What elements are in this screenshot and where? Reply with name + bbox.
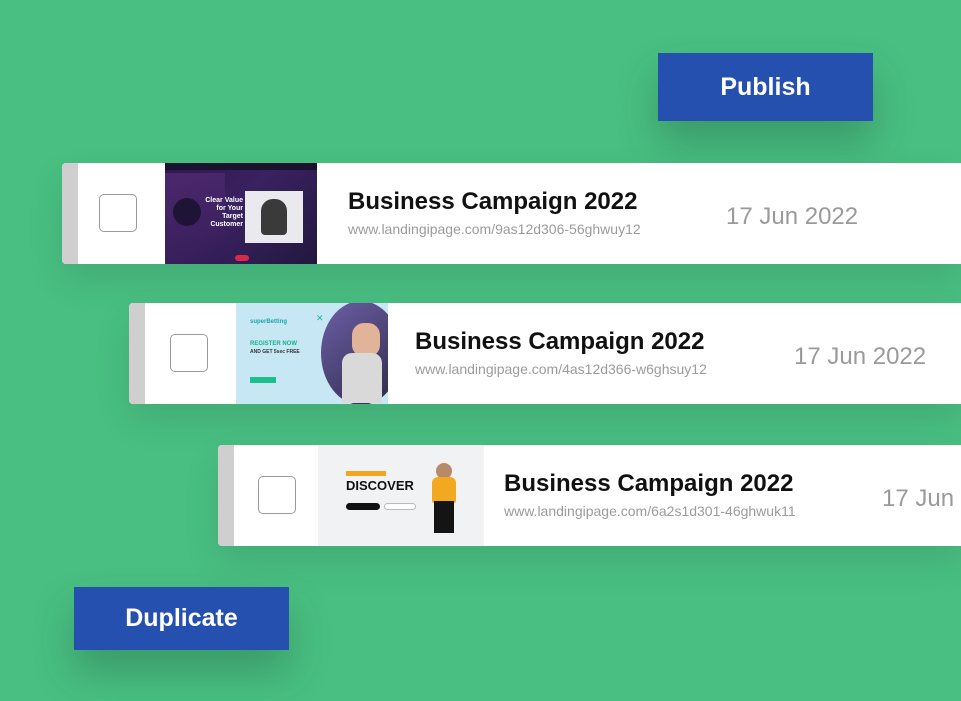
page-thumbnail[interactable]: superBetting REGISTER NOW AND GET 5sec F…: [236, 303, 388, 404]
publish-button[interactable]: Publish: [658, 53, 873, 121]
page-thumbnail[interactable]: DISCOVER: [318, 445, 484, 546]
page-url[interactable]: www.landingipage.com/9as12d306-56ghwuy12: [348, 221, 641, 237]
list-item[interactable]: Clear Value for Your Target Customer Bus…: [62, 163, 961, 264]
thumbnail-headline: DISCOVER: [346, 478, 414, 493]
list-item[interactable]: superBetting REGISTER NOW AND GET 5sec F…: [129, 303, 961, 404]
thumbnail-subline: AND GET 5sec FREE: [250, 349, 300, 355]
page-url[interactable]: www.landingipage.com/6a2s1d301-46ghwuk11: [504, 503, 796, 519]
list-item[interactable]: DISCOVER Business Campaign 2022 www.land…: [218, 445, 961, 546]
page-date: 17 Jun 2022: [882, 485, 961, 512]
row-checkbox[interactable]: [170, 334, 208, 372]
page-title[interactable]: Business Campaign 2022: [348, 188, 637, 216]
duplicate-button[interactable]: Duplicate: [74, 587, 289, 650]
drag-handle[interactable]: [218, 445, 234, 546]
page-thumbnail[interactable]: Clear Value for Your Target Customer: [165, 163, 317, 264]
publish-button-label: Publish: [720, 72, 811, 101]
page-title[interactable]: Business Campaign 2022: [504, 470, 793, 498]
page-title[interactable]: Business Campaign 2022: [415, 328, 704, 356]
page-url[interactable]: www.landingipage.com/4as12d366-w6ghsuy12: [415, 361, 707, 377]
thumbnail-brand: superBetting: [250, 319, 288, 325]
thumbnail-headline: REGISTER NOW: [250, 341, 298, 347]
page-date: 17 Jun 2022: [794, 343, 927, 370]
duplicate-button-label: Duplicate: [125, 604, 238, 632]
row-checkbox[interactable]: [99, 194, 137, 232]
drag-handle[interactable]: [62, 163, 78, 264]
page-date: 17 Jun 2022: [726, 203, 859, 230]
row-checkbox[interactable]: [258, 476, 296, 514]
thumbnail-headline: Clear Value for Your Target Customer: [205, 197, 243, 228]
drag-handle[interactable]: [129, 303, 145, 404]
